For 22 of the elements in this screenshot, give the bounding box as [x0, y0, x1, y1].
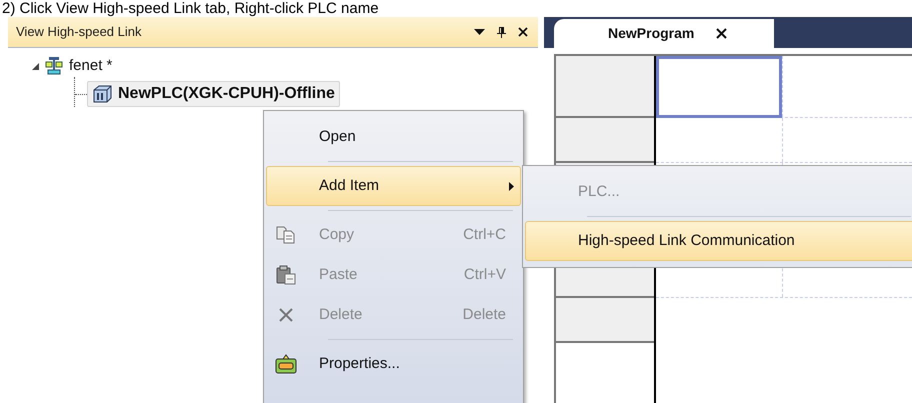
tree-item[interactable]: NewPLC(XGK-CPUH)-Offline	[87, 81, 340, 107]
dropdown-icon[interactable]	[474, 29, 485, 35]
pin-icon[interactable]	[497, 26, 506, 38]
submenu-arrow-icon	[509, 182, 514, 190]
tree-item[interactable]: fenet *	[69, 54, 112, 78]
network-icon	[45, 57, 63, 75]
menu-item[interactable]: Open	[266, 117, 521, 157]
module-icon	[92, 85, 112, 103]
menu-item[interactable]: High-speed Link Communication	[525, 221, 912, 261]
caption-text: 2) Click View High-speed Link tab, Right-click PLC name	[2, 0, 379, 17]
panel-title: View High-speed Link	[16, 23, 142, 42]
editor-tab[interactable]: NewProgram	[554, 19, 774, 48]
close-icon[interactable]	[716, 28, 728, 39]
paste-icon	[276, 265, 296, 285]
copy-icon	[276, 226, 296, 244]
selected-cell[interactable]	[656, 56, 782, 118]
menu-item[interactable]: Properties...	[266, 344, 521, 384]
expand-icon[interactable]	[32, 62, 39, 70]
delete-icon	[278, 307, 294, 323]
close-icon[interactable]	[518, 27, 528, 37]
properties-icon	[275, 354, 297, 374]
menu-item[interactable]: Add Item	[266, 166, 521, 206]
